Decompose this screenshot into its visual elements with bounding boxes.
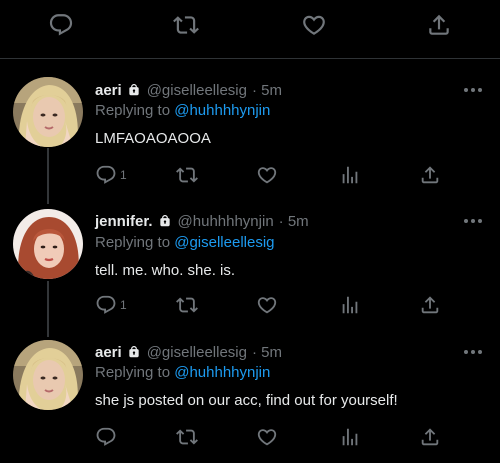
like-button[interactable] <box>256 293 280 317</box>
like-button[interactable] <box>256 425 280 449</box>
replying-to: Replying to @giselleellesig <box>95 234 275 251</box>
share-button[interactable] <box>419 293 443 317</box>
avatar[interactable] <box>13 340 83 410</box>
retweet-icon <box>176 164 198 186</box>
replying-to-label: Replying to <box>95 102 171 119</box>
thread-line <box>47 281 49 337</box>
display-name[interactable]: aeri <box>95 344 122 361</box>
like-icon <box>256 294 278 316</box>
more-options-icon[interactable] <box>462 86 484 94</box>
replying-to-handle[interactable]: @giselleellesig <box>174 234 274 251</box>
analytics-button[interactable] <box>339 425 363 449</box>
replying-to: Replying to @huhhhhynjin <box>95 102 270 119</box>
retweet-button[interactable] <box>176 425 200 449</box>
username[interactable]: @huhhhhynjin <box>178 213 274 230</box>
avatar[interactable] <box>13 209 83 279</box>
more-options-icon[interactable] <box>462 348 484 356</box>
tweet-header: aeri @giselleellesig · 5m <box>95 80 282 100</box>
analytics-icon <box>339 426 361 448</box>
like-icon <box>256 164 278 186</box>
timestamp[interactable]: · 5m <box>279 213 309 230</box>
tweet-text: tell. me. who. she. is. <box>95 262 236 279</box>
analytics-icon <box>339 164 361 186</box>
retweet-icon <box>176 426 198 448</box>
thread-line <box>47 148 49 204</box>
reply-count: 1 <box>120 298 127 312</box>
lock-icon <box>158 214 172 228</box>
reply-button[interactable]: 1 <box>95 163 127 187</box>
retweet-icon[interactable] <box>173 12 199 38</box>
share-button[interactable] <box>419 163 443 187</box>
reply-icon <box>95 426 117 448</box>
share-icon <box>419 426 441 448</box>
reply-button[interactable]: 1 <box>95 293 127 317</box>
reply-icon <box>95 294 117 316</box>
like-icon[interactable] <box>301 12 327 38</box>
reply-button[interactable] <box>95 425 119 449</box>
share-icon <box>419 164 441 186</box>
lock-icon <box>127 345 141 359</box>
replying-to-handle[interactable]: @huhhhhynjin <box>174 364 270 381</box>
analytics-button[interactable] <box>339 293 363 317</box>
like-button[interactable] <box>256 163 280 187</box>
reply-count: 1 <box>120 168 127 182</box>
retweet-button[interactable] <box>176 293 200 317</box>
reply-icon <box>95 164 117 186</box>
share-icon <box>419 294 441 316</box>
retweet-button[interactable] <box>176 163 200 187</box>
analytics-icon <box>339 294 361 316</box>
analytics-button[interactable] <box>339 163 363 187</box>
retweet-icon <box>176 294 198 316</box>
replying-to-handle[interactable]: @huhhhhynjin <box>174 102 270 119</box>
display-name[interactable]: aeri <box>95 82 122 99</box>
display-name[interactable]: jennifer. <box>95 213 153 230</box>
share-icon[interactable] <box>426 12 452 38</box>
tweet-text: she js posted on our acc, find out for y… <box>95 392 398 409</box>
timestamp[interactable]: · 5m <box>252 82 282 99</box>
reply-icon[interactable] <box>48 12 74 38</box>
replying-to: Replying to @huhhhhynjin <box>95 364 270 381</box>
tweet-header: jennifer. @huhhhhynjin · 5m <box>95 211 309 231</box>
replying-to-label: Replying to <box>95 234 171 251</box>
replying-to-label: Replying to <box>95 364 171 381</box>
tweet-text: LMFAOAOAOOA <box>95 130 211 147</box>
username[interactable]: @giselleellesig <box>147 82 247 99</box>
timestamp[interactable]: · 5m <box>252 344 282 361</box>
like-icon <box>256 426 278 448</box>
avatar[interactable] <box>13 77 83 147</box>
top-action-bar <box>0 0 500 59</box>
more-options-icon[interactable] <box>462 217 484 225</box>
share-button[interactable] <box>419 425 443 449</box>
lock-icon <box>127 83 141 97</box>
username[interactable]: @giselleellesig <box>147 344 247 361</box>
tweet-header: aeri @giselleellesig · 5m <box>95 342 282 362</box>
